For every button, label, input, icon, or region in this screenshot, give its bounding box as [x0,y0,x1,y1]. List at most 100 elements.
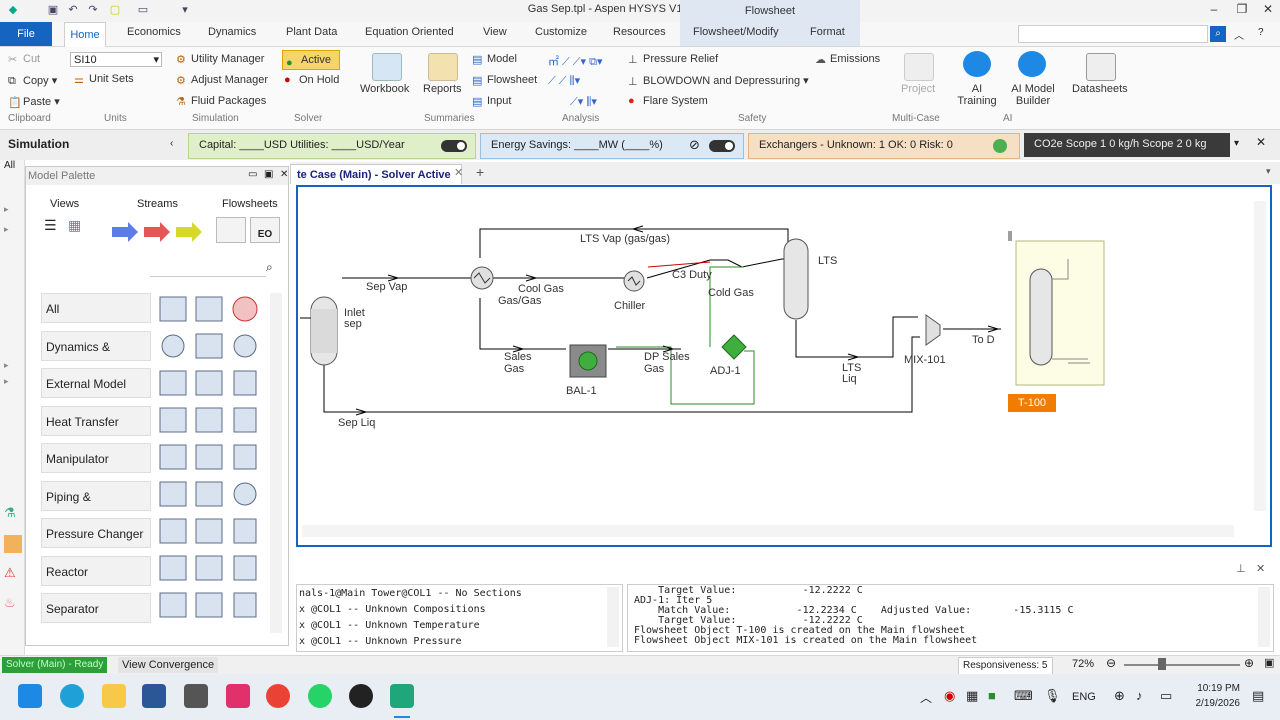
responsiveness-indicator[interactable]: Responsiveness: 5 [958,657,1053,675]
energy-toggle[interactable] [709,140,735,152]
t-100-column-selection[interactable] [1015,240,1105,386]
copy-button[interactable]: ⧉ Copy ▾ [8,74,57,87]
tab-list-icon[interactable]: ▾ [1266,166,1271,177]
kpi-close-icon[interactable]: ✕ [1256,135,1266,149]
tank-icon[interactable] [159,444,187,470]
input-language[interactable]: ENG [1072,691,1096,703]
category-external-model[interactable]: External Model [41,368,151,398]
mix-101-mixer[interactable] [925,314,941,346]
tree-expand-icon[interactable]: ▸ [4,204,9,215]
project-button[interactable]: Project [901,83,935,95]
palette-scrollbar[interactable] [270,293,282,633]
inlet-sep-vessel[interactable] [310,296,338,366]
tree-expand-icon[interactable]: ▸ [4,360,9,371]
pump-icon[interactable] [161,334,185,358]
adjust-manager-button[interactable]: ⚙ Adjust Manager [176,74,268,87]
tray-nvidia-icon[interactable]: ■ [988,688,996,703]
t-100-column[interactable] [1029,268,1053,366]
edge-icon[interactable] [60,684,84,708]
chrome-icon[interactable] [266,684,290,708]
palette-minimize-icon[interactable]: ▭ [248,169,257,180]
column-2-icon[interactable] [233,592,257,618]
compressor-icon[interactable] [233,334,257,358]
recycle-icon[interactable] [159,518,187,544]
c3-duty-energy-line[interactable] [647,261,711,268]
signal-stream-icon[interactable] [176,222,202,242]
search-icon[interactable]: ⌕ [1210,26,1226,42]
tab-main-flowsheet[interactable]: te Case (Main) - Solver Active [290,164,462,184]
search-icon[interactable]: ⌕ [266,260,273,275]
reports-button[interactable]: Reports [423,83,462,95]
tree-expand-icon[interactable]: ▸ [4,376,9,387]
lts-liq-stream-line[interactable] [795,316,918,358]
fire-icon[interactable] [195,555,223,581]
heater-icon[interactable] [195,407,223,433]
palette-search-input[interactable] [150,260,266,277]
splitter-icon[interactable] [233,444,257,470]
analysis-tools-row-2[interactable]: ⟋ ⟋ ⫼▾ [548,74,580,88]
air-cooler-icon[interactable] [195,333,223,359]
heat-exchanger-icon[interactable] [159,296,187,322]
cooler-icon[interactable] [159,407,187,433]
category-dynamics-control[interactable]: Dynamics & Control [41,331,151,384]
instagram-icon[interactable] [226,684,250,708]
category-all[interactable]: All [41,293,151,323]
ai-model-builder-button[interactable]: AI Model Builder [1006,83,1060,107]
category-reactor[interactable]: Reactor [41,556,151,586]
clock-time[interactable]: 10:19 PM [1188,683,1240,694]
category-pressure-changer[interactable]: Pressure Changer [41,518,151,548]
adj-1-adjust[interactable] [721,334,747,360]
aspen-hysys-icon[interactable] [390,684,414,708]
fired-heater-icon[interactable] [232,296,258,322]
model-summary-button[interactable]: ▤ Model [472,53,517,66]
flowsheet-canvas[interactable]: LTS Vap (gas/gas) LTS Sep Vap Inlet sep … [296,185,1272,547]
tab-dynamics[interactable]: Dynamics [208,26,256,38]
ai-training-button[interactable]: AI Training [956,83,998,107]
tee-icon[interactable] [195,370,223,396]
tray-keyboard-icon[interactable]: ⌨ [1014,688,1033,704]
category-heat-transfer[interactable]: Heat Transfer [41,406,151,436]
solver-active-button[interactable]: ● Active [282,50,340,70]
tray-app-icon[interactable]: ▦ [966,688,978,704]
clock-date[interactable]: 2/19/2026 [1188,698,1241,709]
tab-customize[interactable]: Customize [535,26,587,38]
datasheets-button[interactable]: Datasheets [1072,83,1128,95]
zoom-in-icon[interactable]: ⊕ [1244,656,1254,670]
app-icon[interactable] [184,684,208,708]
workbook-button[interactable]: Workbook [360,83,409,95]
canvas-vertical-scrollbar[interactable] [1254,201,1266,511]
tab-resources[interactable]: Resources [613,26,666,38]
spreadsheet-icon[interactable] [195,518,223,544]
exchangers-kpi[interactable]: Exchangers - Unknown: 1 OK: 0 Risk: 0 [748,133,1020,159]
zoom-out-icon[interactable]: ⊖ [1106,656,1116,670]
tab-plant-data[interactable]: Plant Data [286,26,337,38]
reactor-icon[interactable] [195,481,223,507]
tree-expand-icon[interactable]: ▸ [4,224,9,235]
vessel-icon[interactable] [233,555,257,581]
minimize-icon[interactable]: – [1204,2,1224,18]
file-explorer-icon[interactable] [102,684,126,708]
flowsheet-summary-button[interactable]: ▤ Flowsheet [472,74,537,87]
help-icon[interactable]: ? [1258,27,1264,38]
unit-set-select[interactable]: SI10 ▾ [70,52,162,67]
safety-nav-icon[interactable]: ⚠ [4,565,16,581]
energy-nav-icon[interactable]: ♨ [4,595,16,611]
canvas-horizontal-scrollbar[interactable] [302,525,1234,537]
column-icon[interactable] [195,444,223,470]
eo-flowsheet-icon[interactable]: EO [250,217,280,243]
utility-manager-button[interactable]: ⚙ Utility Manager [176,53,264,66]
close-icon[interactable]: ✕ [1258,2,1278,18]
category-separator[interactable]: Separator [41,593,151,623]
fluid-packages-button[interactable]: ⚗ Fluid Packages [176,95,266,108]
new-tab-icon[interactable]: + [476,164,484,180]
ribbon-search-input[interactable] [1018,25,1208,43]
tab-view[interactable]: View [483,26,507,38]
t-100-label[interactable]: T-100 [1008,394,1056,412]
list-view-icon[interactable]: ☰ [44,217,57,234]
pin-icon[interactable]: ⊥ [1236,562,1246,575]
palette-close-icon[interactable]: ✕ [280,169,288,180]
fit-view-icon[interactable]: ▣ [1264,656,1274,669]
lts-separator-vessel[interactable] [783,238,809,320]
sep-liq-stream-line[interactable] [323,336,920,413]
sub-flowsheet-icon[interactable] [216,217,246,243]
